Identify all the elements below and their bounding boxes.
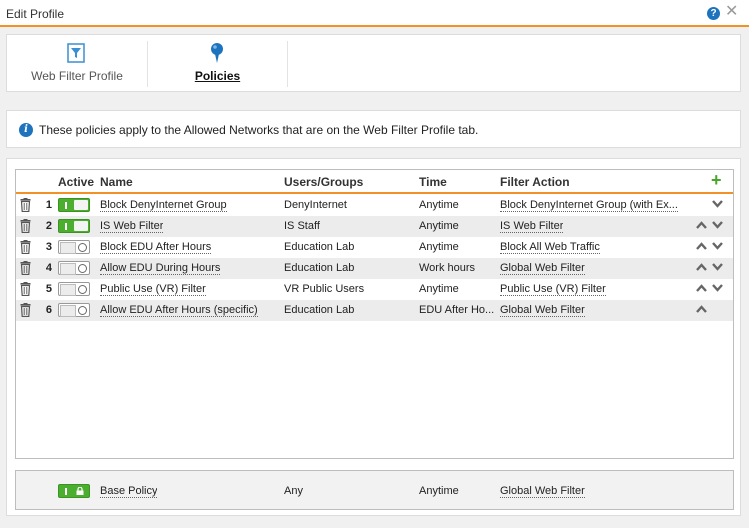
filter-action-link[interactable]: Block DenyInternet Group (with Ex... (500, 199, 678, 212)
table-row[interactable]: 4 Allow EDU During Hours Education Lab Work… (16, 258, 733, 279)
base-policy-name[interactable]: Base Policy (100, 485, 158, 498)
pin-icon (211, 43, 223, 63)
info-banner: i These policies apply to the Allowed Ne… (6, 110, 741, 148)
header-name[interactable]: Name (100, 175, 133, 189)
help-icon[interactable]: ? (707, 7, 720, 20)
tab-label: Policies (194, 69, 241, 83)
table-row[interactable]: 5 Public Use (VR) Filter VR Public Users An… (16, 279, 733, 300)
policy-users-groups: DenyInternet (284, 199, 347, 211)
row-number: 1 (45, 199, 52, 211)
window-titlebar: Edit Profile ? ✕ (0, 0, 749, 27)
policy-users-groups: Education Lab (284, 241, 355, 253)
base-policy-row[interactable]: Base Policy Any Anytime Global Web Filte… (15, 470, 734, 510)
trash-icon[interactable] (20, 240, 31, 255)
row-number: 2 (45, 220, 52, 232)
base-policy-locked-toggle (58, 484, 90, 498)
policy-time: Anytime (419, 220, 459, 232)
policy-time: Work hours (419, 262, 476, 274)
header-active[interactable]: Active (58, 175, 94, 189)
move-down-icon[interactable] (712, 262, 723, 272)
base-policy-time: Anytime (419, 485, 459, 497)
add-policy-icon[interactable]: + (711, 171, 722, 189)
tab-divider (287, 41, 288, 87)
move-up-icon[interactable] (696, 220, 707, 230)
grid-header: Active Name Users/Groups Time Filter Act… (16, 170, 733, 194)
move-up-icon[interactable] (696, 262, 707, 272)
policy-name-link[interactable]: Block DenyInternet Group (100, 199, 227, 212)
row-number: 3 (45, 241, 52, 253)
move-down-icon[interactable] (712, 283, 723, 293)
active-toggle[interactable] (58, 282, 90, 296)
active-toggle[interactable] (58, 219, 90, 233)
policies-grid: Active Name Users/Groups Time Filter Act… (15, 169, 734, 459)
tab-label: Web Filter Profile (31, 69, 123, 83)
trash-icon[interactable] (20, 303, 31, 318)
table-row[interactable]: 2 IS Web Filter IS Staff Anytime IS Web Filt… (16, 216, 733, 237)
move-up-icon[interactable] (696, 241, 707, 251)
policy-time: Anytime (419, 283, 459, 295)
lock-icon (76, 487, 84, 495)
filter-action-link[interactable]: IS Web Filter (500, 220, 564, 233)
policy-name-link[interactable]: Public Use (VR) Filter (100, 283, 206, 296)
active-toggle[interactable] (58, 261, 90, 275)
move-up-icon[interactable] (696, 304, 707, 314)
policy-users-groups: Education Lab (284, 304, 355, 316)
active-toggle[interactable] (58, 198, 90, 212)
move-down-icon[interactable] (712, 199, 723, 209)
filter-action-link[interactable]: Global Web Filter (500, 262, 585, 275)
policy-name-link[interactable]: Block EDU After Hours (100, 241, 212, 254)
policy-time: Anytime (419, 199, 459, 211)
filter-action-link[interactable]: Global Web Filter (500, 304, 585, 317)
filter-action-link[interactable]: Block All Web Traffic (500, 241, 600, 254)
policy-users-groups: Education Lab (284, 262, 355, 274)
trash-icon[interactable] (20, 282, 31, 297)
info-text: These policies apply to the Allowed Netw… (39, 123, 479, 137)
active-toggle[interactable] (58, 303, 90, 317)
trash-icon[interactable] (20, 219, 31, 234)
trash-icon[interactable] (20, 261, 31, 276)
policy-name-link[interactable]: IS Web Filter (100, 220, 164, 233)
table-row[interactable]: 6 Allow EDU After Hours (specific) Educati… (16, 300, 733, 321)
window-title: Edit Profile (6, 7, 65, 21)
policy-name-link[interactable]: Allow EDU After Hours (specific) (100, 304, 258, 317)
table-row[interactable]: 1 Block DenyInternet Group DenyInternet Any… (16, 195, 733, 216)
base-policy-users: Any (284, 485, 303, 497)
header-users-groups[interactable]: Users/Groups (284, 175, 363, 189)
row-number: 6 (45, 304, 52, 316)
policy-users-groups: IS Staff (284, 220, 320, 232)
policy-users-groups: VR Public Users (284, 283, 365, 295)
policies-panel: Active Name Users/Groups Time Filter Act… (6, 158, 741, 516)
header-filter-action[interactable]: Filter Action (500, 175, 570, 189)
policy-time: Anytime (419, 241, 459, 253)
trash-icon[interactable] (20, 198, 31, 213)
close-icon[interactable]: ✕ (725, 4, 738, 20)
tab-policies[interactable]: Policies (148, 35, 287, 91)
active-toggle[interactable] (58, 240, 90, 254)
row-number: 4 (45, 262, 52, 274)
tab-web-filter-profile[interactable]: Web Filter Profile (7, 35, 147, 91)
row-number: 5 (45, 283, 52, 295)
info-icon: i (19, 123, 33, 137)
filter-action-link[interactable]: Public Use (VR) Filter (500, 283, 606, 296)
move-down-icon[interactable] (712, 241, 723, 251)
base-policy-action[interactable]: Global Web Filter (500, 485, 585, 498)
move-up-icon[interactable] (696, 283, 707, 293)
policy-time: EDU After Ho... (419, 304, 495, 316)
policy-name-link[interactable]: Allow EDU During Hours (100, 262, 221, 275)
move-down-icon[interactable] (712, 220, 723, 230)
table-row[interactable]: 3 Block EDU After Hours Education Lab Anyti… (16, 237, 733, 258)
filter-icon (67, 43, 85, 63)
header-time[interactable]: Time (419, 175, 447, 189)
tab-bar: Web Filter Profile Policies (6, 34, 741, 92)
